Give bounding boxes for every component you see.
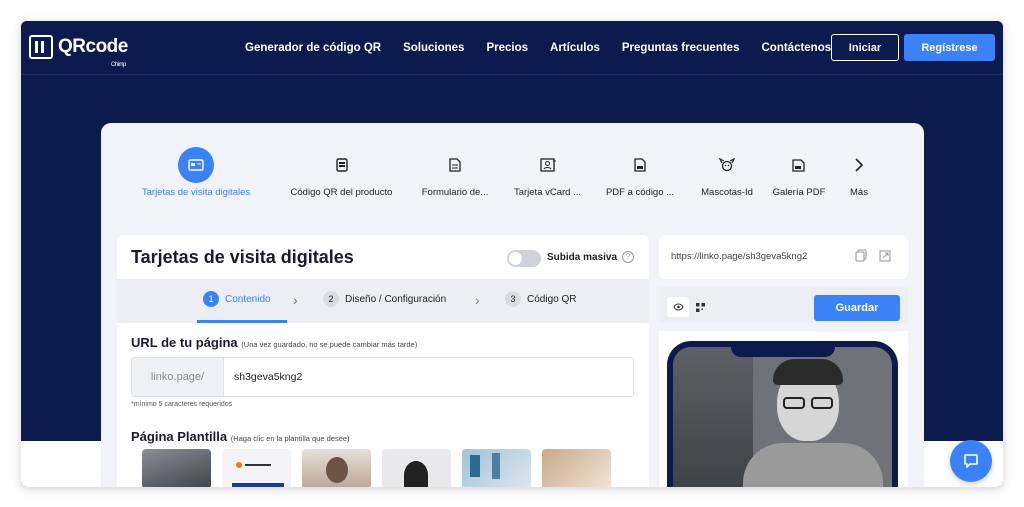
logo[interactable]: QRcode Chimp — [29, 35, 128, 68]
preview-toolbar: Guardar — [659, 287, 908, 323]
step-number: 1 — [203, 291, 219, 307]
qr-logo-icon — [29, 35, 53, 59]
nav-link-faq[interactable]: Preguntas frecuentes — [622, 42, 740, 54]
category-vcard[interactable]: Tarjeta vCard ... — [505, 147, 590, 198]
pdf-icon — [622, 147, 658, 183]
category-pdf-gallery[interactable]: Galería PDF — [767, 147, 831, 198]
product-icon — [324, 147, 360, 183]
url-note: (Una vez guardado, no se puede cambiar m… — [241, 340, 418, 349]
category-form[interactable]: Formulario de... — [410, 147, 500, 198]
category-label: Código QR del producto — [290, 187, 393, 198]
phone-preview-area — [659, 331, 908, 487]
step-label: Código QR — [527, 293, 577, 305]
vcard-icon — [530, 147, 566, 183]
register-button[interactable]: Regístrese — [904, 34, 995, 61]
category-label: PDF a código ... — [605, 187, 675, 198]
glasses-left — [783, 397, 805, 409]
login-button[interactable]: Iniciar — [831, 34, 899, 61]
category-business-card[interactable]: Tarjetas de visita digitales — [131, 147, 261, 198]
help-icon[interactable]: ? — [622, 251, 634, 263]
pdf-gallery-icon — [781, 147, 817, 183]
step-number: 2 — [323, 291, 339, 307]
profile-hair — [773, 359, 843, 385]
step-label: Contenido — [225, 293, 271, 305]
category-label: Tarjetas de visita digitales — [141, 187, 251, 198]
toggle-knob — [509, 252, 522, 265]
bulk-upload-toggle[interactable] — [507, 250, 541, 267]
template-thumbnail[interactable] — [222, 449, 291, 487]
template-thumbnail[interactable] — [542, 449, 611, 487]
category-bar: Tarjetas de visita digitales Código QR d… — [101, 147, 924, 209]
step-content[interactable]: 1 Contenido — [203, 291, 271, 307]
step-design[interactable]: 2 Diseño / Configuración — [323, 291, 446, 307]
step-number: 3 — [505, 291, 521, 307]
step-label: Diseño / Configuración — [345, 293, 447, 305]
template-thumbnail[interactable] — [462, 449, 531, 487]
brand-name: QRcode — [58, 36, 128, 57]
chevron-right-icon: › — [475, 292, 480, 308]
category-label: Tarjeta vCard ... — [513, 187, 582, 198]
category-label: Mascotas-Id — [701, 187, 753, 198]
url-input[interactable]: sh3geva5kng2 — [224, 358, 633, 396]
category-pet-id[interactable]: Mascotas-Id — [690, 147, 764, 198]
url-hint: *mínimo 5 caracteres requeridos — [131, 401, 233, 408]
top-navbar: QRcode Chimp Generador de código QR Solu… — [21, 21, 1003, 75]
chat-button[interactable] — [950, 440, 992, 482]
page-link-box: https://linko.page/sh3geva5kng2 — [659, 235, 908, 279]
id-card-icon — [178, 147, 214, 183]
category-more[interactable]: Más — [839, 147, 879, 198]
glasses-right — [811, 397, 833, 409]
chevron-right-icon — [841, 147, 877, 183]
template-title: Página Plantilla — [131, 429, 228, 444]
eye-icon[interactable] — [667, 297, 689, 317]
bulk-upload-label: Subida masiva — [547, 252, 618, 263]
chat-icon — [964, 454, 978, 468]
page-link[interactable]: https://linko.page/sh3geva5kng2 — [671, 251, 807, 262]
profile-suit — [743, 443, 883, 487]
phone-notch — [731, 347, 835, 357]
category-label: Galería PDF — [772, 187, 826, 198]
nav-link-pricing[interactable]: Precios — [486, 42, 528, 54]
category-pdf-qr[interactable]: PDF a código ... — [598, 147, 682, 198]
url-prefix: linko.page/ — [132, 358, 224, 396]
brand-sub: Chimp — [111, 62, 126, 68]
save-button[interactable]: Guardar — [814, 295, 900, 321]
browser-frame: QRcode Chimp Generador de código QR Solu… — [21, 21, 1003, 487]
open-external-icon[interactable] — [879, 249, 891, 267]
nav-link-contact[interactable]: Contáctenos — [761, 42, 831, 54]
editor-title: Tarjetas de visita digitales — [131, 247, 354, 267]
template-list — [142, 449, 612, 487]
pet-icon — [709, 147, 745, 183]
nav-link-articles[interactable]: Artículos — [550, 42, 600, 54]
url-section-title: URL de tu página (Una vez guardado, no s… — [131, 335, 417, 350]
template-thumbnail[interactable] — [142, 449, 211, 487]
chevron-right-icon: › — [293, 292, 298, 308]
step-qr-code[interactable]: 3 Código QR — [505, 291, 576, 307]
url-title: URL de tu página — [131, 335, 238, 350]
template-thumbnail[interactable] — [382, 449, 451, 487]
template-thumbnail[interactable] — [302, 449, 371, 487]
active-step-underline — [197, 320, 287, 323]
step-tabs: 1 Contenido › 2 Diseño / Configuración ›… — [117, 279, 649, 323]
nav-link-solutions[interactable]: Soluciones — [403, 42, 464, 54]
qr-icon[interactable] — [689, 297, 711, 317]
category-label: Formulario de... — [421, 187, 489, 198]
nav-links: Generador de código QR Soluciones Precio… — [245, 21, 853, 75]
template-section-title: Página Plantilla (Haga clic en la planti… — [131, 429, 350, 444]
url-field: linko.page/ sh3geva5kng2 — [131, 357, 634, 397]
generator-card: Tarjetas de visita digitales Código QR d… — [101, 123, 924, 487]
category-product-qr[interactable]: Código QR del producto — [279, 147, 404, 198]
category-label: Más — [850, 187, 868, 198]
template-note: (Haga clic en la plantilla que desee) — [230, 434, 350, 443]
nav-link-generator[interactable]: Generador de código QR — [245, 42, 381, 54]
view-toggle — [667, 297, 711, 317]
copy-icon[interactable] — [855, 249, 867, 267]
background-wall — [673, 347, 753, 487]
form-icon — [437, 147, 473, 183]
editor-panel: Tarjetas de visita digitales Subida masi… — [117, 235, 649, 487]
phone-preview — [667, 341, 898, 487]
preview-panel: https://linko.page/sh3geva5kng2 Guardar — [659, 235, 908, 487]
